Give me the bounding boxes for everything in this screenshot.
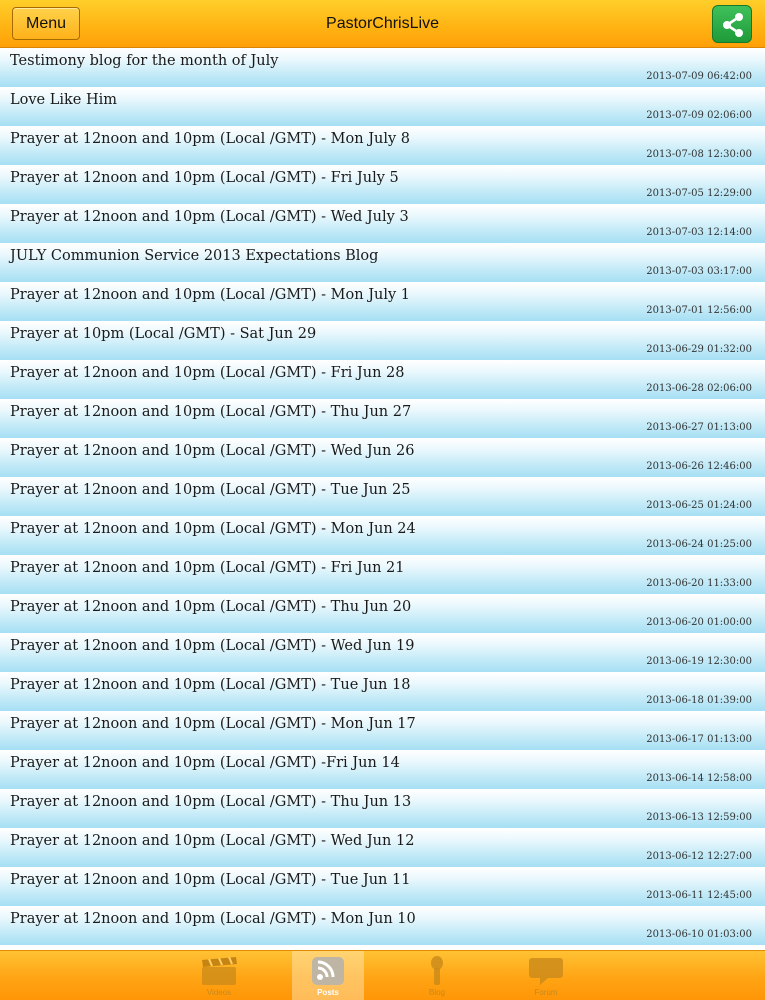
list-item[interactable]: Prayer at 12noon and 10pm (Local /GMT) -… (0, 166, 765, 205)
list-item[interactable]: Prayer at 12noon and 10pm (Local /GMT) -… (0, 907, 765, 946)
post-title: Prayer at 12noon and 10pm (Local /GMT) -… (10, 287, 411, 303)
post-date: 2013-07-09 06:42:00 (646, 71, 752, 82)
tab-bar: Videos Posts Blog Forum (0, 950, 765, 1000)
tab-forum[interactable]: Forum (510, 951, 582, 1000)
post-title: Prayer at 12noon and 10pm (Local /GMT) -… (10, 209, 409, 225)
list-item[interactable]: Prayer at 12noon and 10pm (Local /GMT) -… (0, 361, 765, 400)
post-title: Prayer at 12noon and 10pm (Local /GMT) -… (10, 365, 405, 381)
post-date: 2013-06-25 01:24:00 (646, 500, 752, 511)
list-item[interactable]: Prayer at 12noon and 10pm (Local /GMT) -… (0, 400, 765, 439)
post-title: Prayer at 12noon and 10pm (Local /GMT) -… (10, 560, 405, 576)
post-date: 2013-06-19 12:30:00 (646, 656, 752, 667)
post-date: 2013-06-12 12:27:00 (646, 851, 752, 862)
post-date: 2013-06-18 01:39:00 (646, 695, 752, 706)
rss-icon (312, 957, 344, 985)
tab-videos[interactable]: Videos (183, 951, 255, 1000)
post-date: 2013-07-01 12:56:00 (646, 305, 752, 316)
list-item[interactable]: Prayer at 10pm (Local /GMT) - Sat Jun 29… (0, 322, 765, 361)
post-title: Prayer at 12noon and 10pm (Local /GMT) -… (10, 794, 412, 810)
post-date: 2013-06-13 12:59:00 (646, 812, 752, 823)
post-title: Prayer at 12noon and 10pm (Local /GMT) -… (10, 599, 412, 615)
post-title: Prayer at 12noon and 10pm (Local /GMT) -… (10, 716, 416, 732)
post-title: Prayer at 12noon and 10pm (Local /GMT) -… (10, 638, 415, 654)
post-date: 2013-06-11 12:45:00 (646, 890, 752, 901)
list-item[interactable]: Prayer at 12noon and 10pm (Local /GMT) -… (0, 127, 765, 166)
post-date: 2013-06-10 01:03:00 (646, 929, 752, 940)
list-item[interactable]: Prayer at 12noon and 10pm (Local /GMT) -… (0, 712, 765, 751)
post-date: 2013-07-03 12:14:00 (646, 227, 752, 238)
post-title: Prayer at 12noon and 10pm (Local /GMT) -… (10, 911, 416, 927)
post-title: Prayer at 10pm (Local /GMT) - Sat Jun 29 (10, 326, 317, 342)
menu-button[interactable]: Menu (12, 7, 80, 40)
post-title: Prayer at 12noon and 10pm (Local /GMT) -… (10, 443, 415, 459)
tab-label: Blog (428, 988, 445, 997)
post-date: 2013-06-29 01:32:00 (646, 344, 752, 355)
list-item[interactable]: Prayer at 12noon and 10pm (Local /GMT) -… (0, 205, 765, 244)
post-title: Prayer at 12noon and 10pm (Local /GMT) -… (10, 482, 411, 498)
post-date: 2013-06-28 02:06:00 (646, 383, 752, 394)
list-item[interactable]: Prayer at 12noon and 10pm (Local /GMT) -… (0, 283, 765, 322)
list-item[interactable]: JULY Communion Service 2013 Expectations… (0, 244, 765, 283)
post-date: 2013-07-08 12:30:00 (646, 149, 752, 160)
list-item[interactable]: Prayer at 12noon and 10pm (Local /GMT) -… (0, 439, 765, 478)
clapperboard-icon (202, 956, 237, 985)
list-item[interactable]: Prayer at 12noon and 10pm (Local /GMT) -… (0, 517, 765, 556)
tab-label: Forum (534, 988, 558, 997)
post-title: Prayer at 12noon and 10pm (Local /GMT) -… (10, 755, 400, 771)
post-date: 2013-06-17 01:13:00 (646, 734, 752, 745)
page-title: PastorChrisLive (326, 15, 439, 32)
share-icon (723, 13, 743, 37)
post-title: Love Like Him (10, 92, 118, 108)
list-item[interactable]: Prayer at 12noon and 10pm (Local /GMT) -… (0, 751, 765, 790)
post-title: Prayer at 12noon and 10pm (Local /GMT) -… (10, 404, 412, 420)
post-title: Prayer at 12noon and 10pm (Local /GMT) -… (10, 677, 411, 693)
speech-bubble-icon (529, 958, 563, 985)
share-button[interactable] (712, 5, 752, 43)
post-date: 2013-07-03 03:17:00 (646, 266, 752, 277)
list-item[interactable]: Prayer at 12noon and 10pm (Local /GMT) -… (0, 673, 765, 712)
list-item[interactable]: Prayer at 12noon and 10pm (Local /GMT) -… (0, 868, 765, 907)
list-item[interactable]: Prayer at 12noon and 10pm (Local /GMT) -… (0, 790, 765, 829)
post-date: 2013-07-09 02:06:00 (646, 110, 752, 121)
tab-label: Posts (317, 988, 339, 997)
post-date: 2013-06-20 01:00:00 (646, 617, 752, 628)
list-item[interactable]: Prayer at 12noon and 10pm (Local /GMT) -… (0, 829, 765, 868)
tab-label: Videos (206, 988, 232, 997)
post-title: Prayer at 12noon and 10pm (Local /GMT) -… (10, 131, 411, 147)
list-item[interactable]: Prayer at 12noon and 10pm (Local /GMT) -… (0, 595, 765, 634)
post-title: Prayer at 12noon and 10pm (Local /GMT) -… (10, 170, 399, 186)
list-item[interactable]: Prayer at 12noon and 10pm (Local /GMT) -… (0, 556, 765, 595)
post-date: 2013-06-27 01:13:00 (646, 422, 752, 433)
microphone-icon (431, 956, 443, 985)
list-item[interactable]: Prayer at 12noon and 10pm (Local /GMT) -… (0, 478, 765, 517)
list-item[interactable]: Love Like Him 2013-07-09 02:06:00 (0, 88, 765, 127)
post-list[interactable]: Testimony blog for the month of July 2013… (0, 49, 765, 950)
list-item[interactable]: Testimony blog for the month of July 2013… (0, 49, 765, 88)
post-date: 2013-06-20 11:33:00 (646, 578, 752, 589)
list-item[interactable]: Prayer at 12noon and 10pm (Local /GMT) -… (0, 634, 765, 673)
post-date: 2013-06-14 12:58:00 (646, 773, 752, 784)
post-date: 2013-06-24 01:25:00 (646, 539, 752, 550)
post-date: 2013-06-26 12:46:00 (646, 461, 752, 472)
post-title: Prayer at 12noon and 10pm (Local /GMT) -… (10, 521, 416, 537)
navigation-bar: Menu PastorChrisLive (0, 0, 765, 48)
tab-posts[interactable]: Posts (292, 951, 364, 1000)
post-date: 2013-07-05 12:29:00 (646, 188, 752, 199)
post-title: Testimony blog for the month of July (10, 53, 279, 69)
tab-blog[interactable]: Blog (401, 951, 473, 1000)
post-title: Prayer at 12noon and 10pm (Local /GMT) -… (10, 833, 415, 849)
post-title: JULY Communion Service 2013 Expectations… (10, 248, 379, 264)
post-title: Prayer at 12noon and 10pm (Local /GMT) -… (10, 872, 411, 888)
